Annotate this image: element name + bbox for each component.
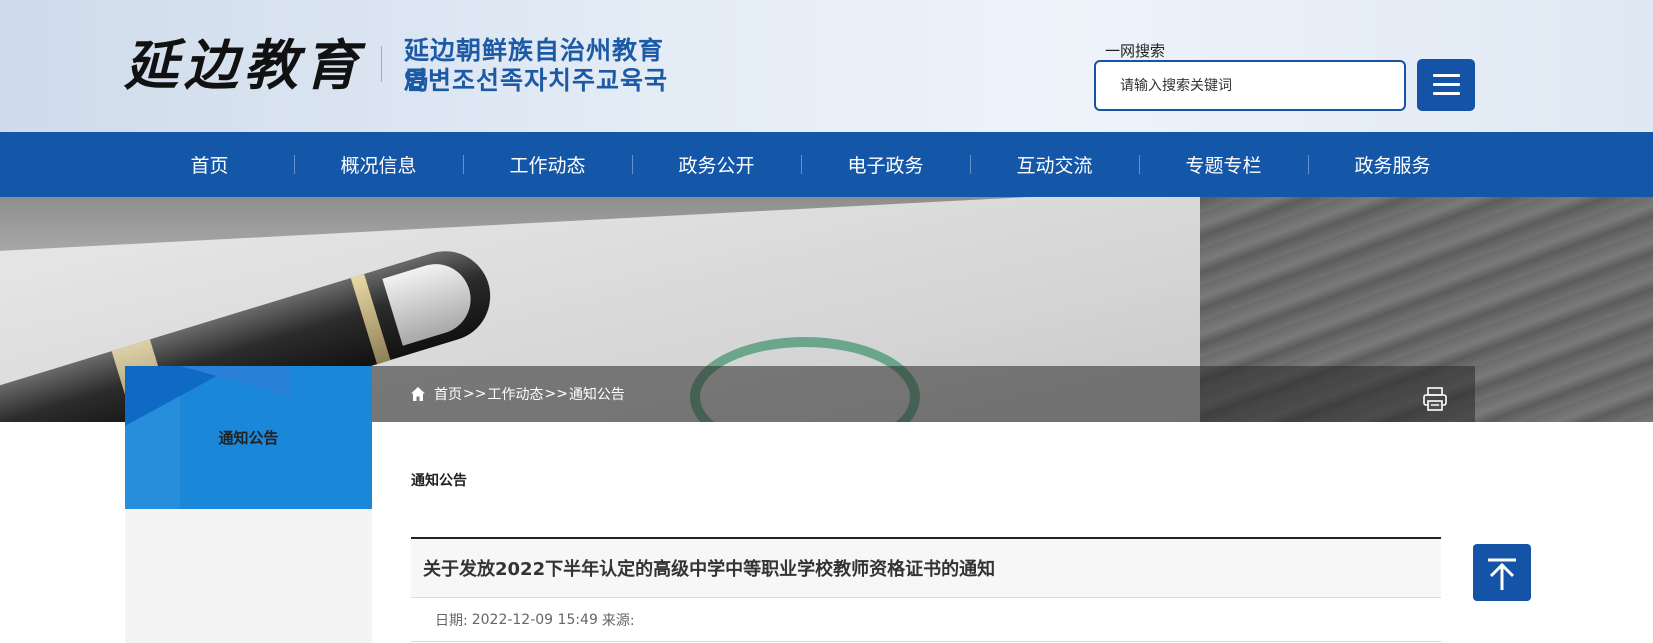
- search-label: 一网搜索: [1105, 42, 1166, 60]
- menu-button[interactable]: [1417, 59, 1475, 111]
- section-title: 通知公告: [411, 473, 467, 489]
- source-label: 来源:: [601, 612, 635, 629]
- nav-item-public-affairs[interactable]: 政务公开: [632, 132, 801, 197]
- nav-item-special-topics[interactable]: 专题专栏: [1139, 132, 1308, 197]
- breadcrumb-bar: 首页 >> 工作动态 >> 通知公告: [372, 366, 1475, 422]
- breadcrumb: 首页 >> 工作动态 >> 通知公告: [410, 366, 625, 422]
- menu-icon-bar: [1433, 83, 1460, 86]
- breadcrumb-separator: >>: [544, 386, 568, 402]
- breadcrumb-current[interactable]: 通知公告: [569, 384, 625, 404]
- nav-item-interaction[interactable]: 互动交流: [970, 132, 1139, 197]
- article: 关于发放2022下半年认定的高级中学中等职业学校教师资格证书的通知 日期: 20…: [411, 537, 1441, 642]
- logo-calligraphy: 延边教育: [124, 33, 364, 97]
- breadcrumb-separator: >>: [463, 386, 487, 402]
- nav-item-home[interactable]: 首页: [125, 132, 294, 197]
- org-name-korean: 연변조선족자치주교육국: [404, 66, 669, 95]
- menu-icon-bar: [1433, 92, 1460, 95]
- article-meta: 日期: 2022-12-09 15:49 来源:: [411, 598, 1441, 642]
- article-title: 关于发放2022下半年认定的高级中学中等职业学校教师资格证书的通知: [411, 537, 1441, 598]
- nav-item-services[interactable]: 政务服务: [1308, 132, 1477, 197]
- nav-item-work-news[interactable]: 工作动态: [463, 132, 632, 197]
- print-icon[interactable]: [1422, 386, 1448, 412]
- sidebar: 通知公告: [125, 366, 372, 643]
- breadcrumb-home-link[interactable]: 首页: [434, 384, 462, 404]
- date-value: 2022-12-09 15:49: [471, 611, 598, 628]
- arrow-up-icon: [1488, 558, 1516, 590]
- back-to-top-button[interactable]: [1473, 544, 1531, 601]
- sidebar-title: 通知公告: [218, 429, 279, 447]
- sidebar-header: 通知公告: [125, 366, 372, 509]
- search-input[interactable]: [1096, 62, 1404, 109]
- nav-item-overview[interactable]: 概况信息: [294, 132, 463, 197]
- site-logo[interactable]: 延边教育 延边朝鲜族自治州教育局 연변조선족자치주교육국: [124, 30, 684, 100]
- logo-divider: [381, 46, 382, 82]
- breadcrumb-work-news-link[interactable]: 工作动态: [487, 384, 543, 404]
- home-icon: [411, 387, 425, 401]
- main-nav: 首页 概况信息 工作动态 政务公开 电子政务 互动交流 专题专栏 政务服务: [0, 132, 1653, 197]
- nav-item-e-government[interactable]: 电子政务: [801, 132, 970, 197]
- site-header: 延边教育 延边朝鲜族自治州教育局 연변조선족자치주교육국 一网搜索: [0, 0, 1653, 132]
- search-box: [1094, 60, 1406, 111]
- menu-icon: [1433, 74, 1460, 77]
- date-label: 日期:: [435, 612, 468, 629]
